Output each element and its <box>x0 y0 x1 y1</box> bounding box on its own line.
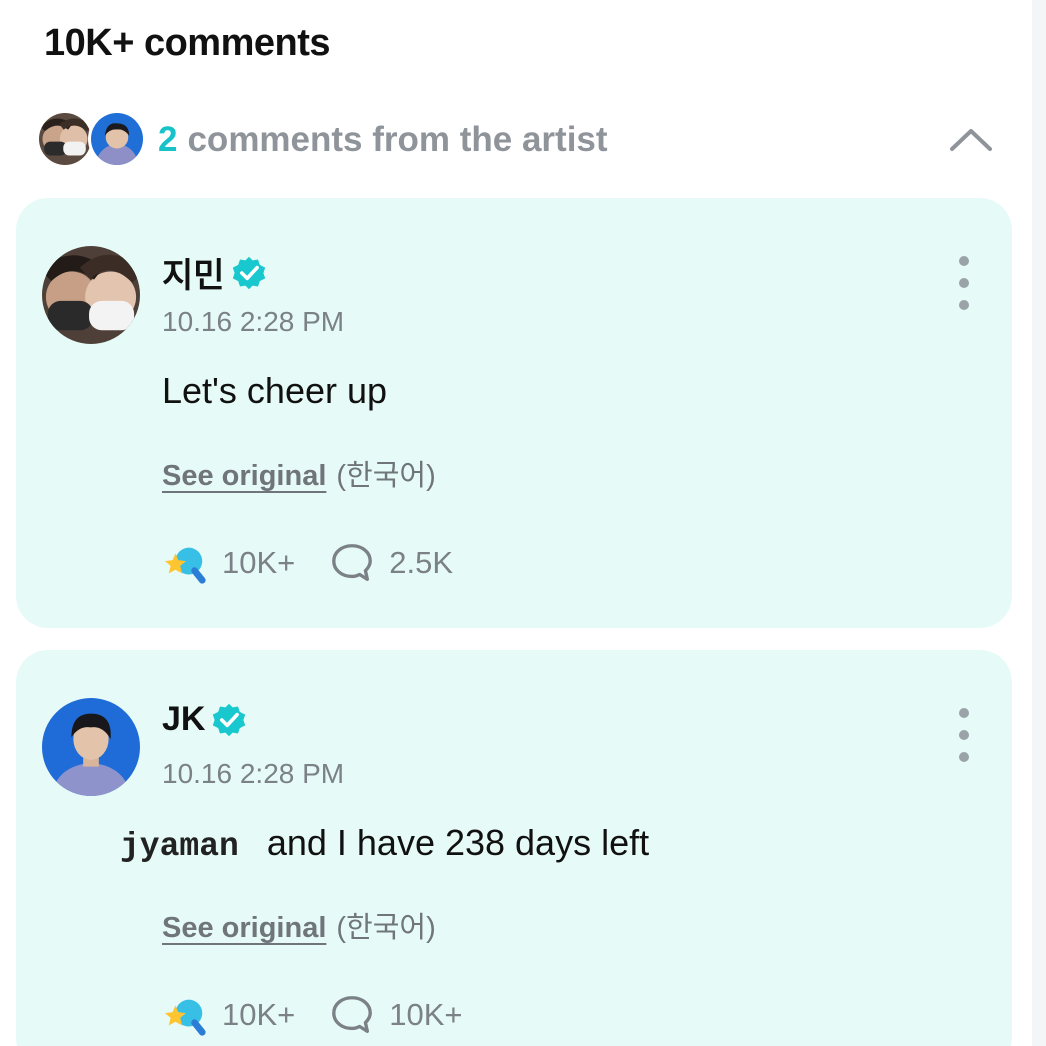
comment-body-text: and I have 238 days left <box>266 822 650 863</box>
verified-badge-icon <box>232 256 265 289</box>
kebab-menu-icon[interactable] <box>952 256 976 310</box>
see-original-link[interactable]: See original <box>162 460 326 493</box>
comment-stats: 10K+ 2.5K <box>162 540 453 586</box>
avatar-jk-mini <box>88 110 146 168</box>
artist-comment-count: 2 <box>158 120 178 159</box>
comments-heading: 10K+ comments <box>44 22 331 64</box>
original-language: (한국어) <box>336 460 436 492</box>
cheer-count: 10K+ <box>222 545 296 580</box>
translation-row: See original (한국어) <box>162 904 436 946</box>
reply-bubble-icon[interactable] <box>329 992 375 1038</box>
avatar-jimin-mini <box>36 110 94 168</box>
reply-bubble-icon[interactable] <box>329 540 375 586</box>
comment-card: 지민 10.16 2:28 PM Let's cheer up See orig… <box>16 198 1012 628</box>
original-language: (한국어) <box>336 912 436 944</box>
comment-card: JK 10.16 2:28 PM jyaman and I have 238 d… <box>16 650 1012 1046</box>
comment-body: jyaman and I have 238 days left <box>120 822 649 865</box>
chevron-up-icon <box>950 129 992 151</box>
verified-badge-icon <box>213 703 246 736</box>
author-row: JK <box>162 700 247 739</box>
artist-comments-toggle[interactable]: 2 comments from the artist <box>36 108 996 172</box>
kebab-menu-icon[interactable] <box>952 708 976 762</box>
collapse-button[interactable] <box>946 118 996 162</box>
artist-avatar-stack <box>36 108 146 172</box>
avatar-jk[interactable] <box>42 698 140 796</box>
reply-count: 2.5K <box>389 545 454 580</box>
translation-row: See original (한국어) <box>162 452 436 494</box>
comment-body: Let's cheer up <box>162 370 388 411</box>
comment-stats: 10K+ 10K+ <box>162 992 463 1038</box>
comments-page: 10K+ comments 2 comments from the artist… <box>0 0 1046 1046</box>
comment-timestamp: 10.16 2:28 PM <box>162 306 345 337</box>
cheer-icon[interactable] <box>162 540 208 586</box>
scrollbar-track <box>1032 0 1046 1046</box>
author-row: 지민 <box>162 248 267 297</box>
artist-comment-label: comments from the artist <box>187 120 608 159</box>
cheer-icon[interactable] <box>162 992 208 1038</box>
author-name[interactable]: JK <box>162 700 205 739</box>
avatar-jimin[interactable] <box>42 246 140 344</box>
author-name[interactable]: 지민 <box>162 248 225 297</box>
reply-count: 10K+ <box>389 997 463 1032</box>
overlay-tag: jyaman <box>120 828 239 865</box>
see-original-link[interactable]: See original <box>162 912 326 945</box>
comment-timestamp: 10.16 2:28 PM <box>162 758 345 789</box>
cheer-count: 10K+ <box>222 997 296 1032</box>
